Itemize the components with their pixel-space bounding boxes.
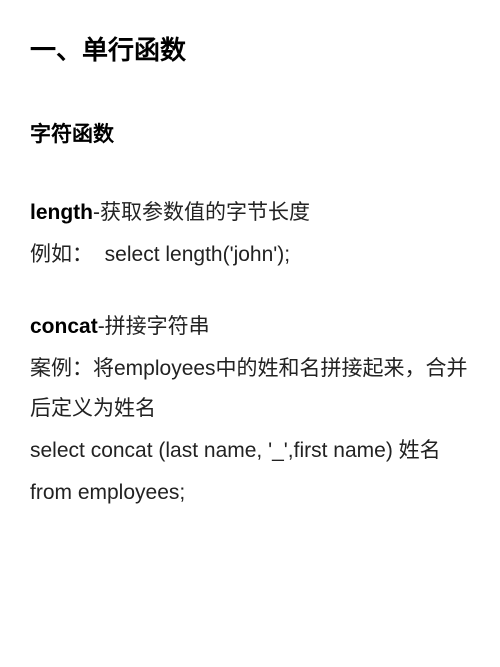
concat-code-line2: from employees; <box>30 473 470 513</box>
length-example-label: 例如： <box>30 243 93 266</box>
concat-title-line: concat-拼接字符串 <box>30 307 470 347</box>
concat-case-line: 案例：将employees中的姓和名拼接起来，合并后定义为姓名 <box>30 349 470 429</box>
section-heading: 字符函数 <box>30 115 470 155</box>
length-name: length <box>30 201 93 224</box>
concat-section: concat-拼接字符串 案例：将employees中的姓和名拼接起来，合并后定… <box>30 307 470 512</box>
length-title-line: length-获取参数值的字节长度 <box>30 193 470 233</box>
concat-case-label: 案例： <box>30 357 93 380</box>
length-example-line: 例如： select length('john'); <box>30 235 470 275</box>
page-heading: 一、单行函数 <box>30 26 470 75</box>
length-section: length-获取参数值的字节长度 例如： select length('joh… <box>30 193 470 275</box>
length-desc: -获取参数值的字节长度 <box>93 201 310 224</box>
length-example-code: select length('john'); <box>105 243 290 266</box>
concat-desc: -拼接字符串 <box>98 315 210 338</box>
concat-case-text: 将employees中的姓和名拼接起来，合并后定义为姓名 <box>30 357 468 420</box>
concat-name: concat <box>30 315 98 338</box>
concat-code-line1: select concat (last name, '_',first name… <box>30 431 470 471</box>
